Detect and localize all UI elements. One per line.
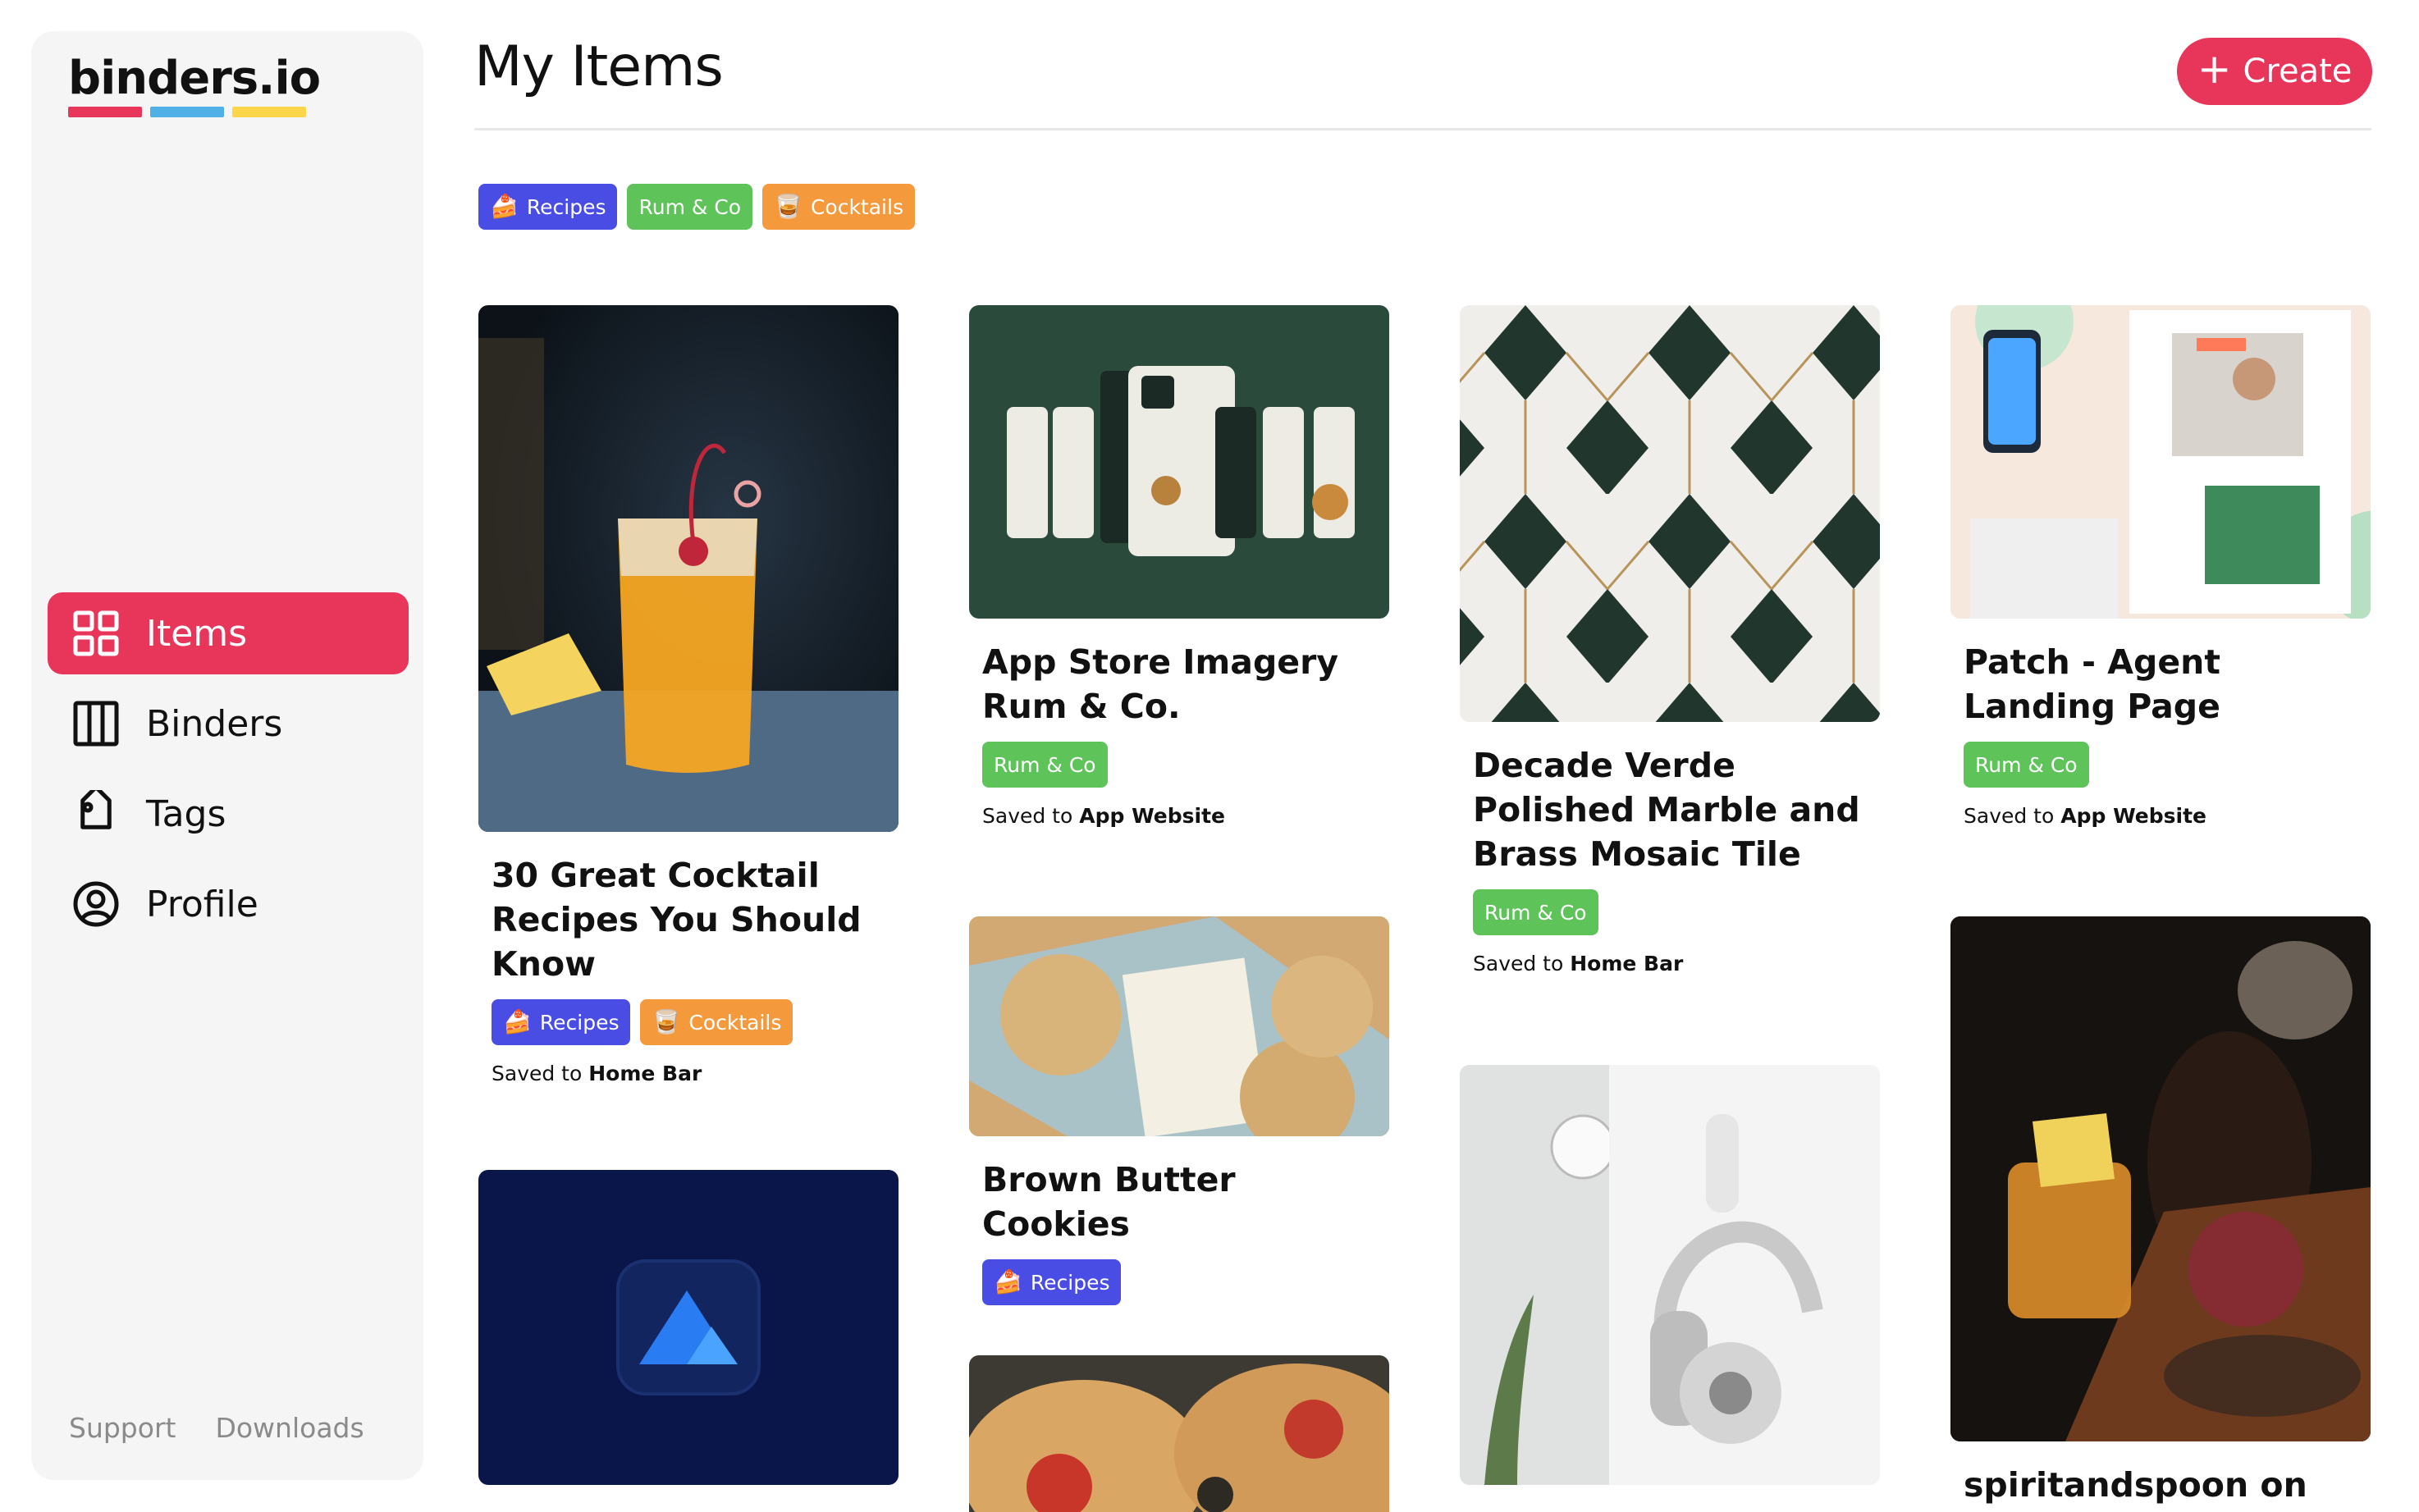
item-card[interactable]: Decade Verde Polished Marble and Brass M…	[1460, 305, 1880, 975]
cocktail-photo	[478, 305, 899, 832]
tag-label: Recipes	[539, 1010, 620, 1035]
filter-tag-cocktails[interactable]: 🥃 Cocktails	[762, 184, 915, 230]
logo-text: binders.io	[68, 52, 321, 105]
tag-rum[interactable]: Rum & Co	[1964, 742, 2089, 788]
filter-tag-label: Recipes	[526, 194, 606, 219]
support-link[interactable]: Support	[69, 1412, 176, 1444]
grid-icon	[72, 610, 120, 657]
item-card[interactable]: Patch - Agent Landing Page Rum & Co Save…	[1950, 305, 2371, 828]
card-tags: Rum & Co	[1473, 889, 1867, 935]
tag-label: Cocktails	[688, 1010, 782, 1035]
cocktail-smoke-photo	[1950, 916, 2371, 1441]
sidebar: binders.io Items Binders Tags Profile Su…	[31, 31, 423, 1480]
downloads-link[interactable]: Downloads	[215, 1412, 364, 1444]
saved-to: Saved to App Website	[1964, 804, 2357, 828]
saved-to: Saved to Home Bar	[492, 1062, 885, 1085]
sidebar-item-items[interactable]: Items	[48, 592, 409, 674]
saved-to: Saved to App Website	[982, 804, 1376, 828]
sidebar-item-label: Binders	[146, 702, 283, 745]
saved-prefix: Saved to	[1964, 804, 2055, 828]
card-tags: 🍰 Recipes 🥃 Cocktails	[492, 999, 885, 1045]
card-title: Decade Verde Polished Marble and Brass M…	[1473, 746, 1860, 874]
user-circle-icon	[72, 880, 120, 928]
tag-label: Rum & Co	[1484, 900, 1587, 925]
marble-tile-photo	[1460, 305, 1880, 722]
cake-icon: 🍰	[490, 193, 519, 220]
card-tags: Rum & Co	[982, 742, 1376, 788]
app-icon-image	[478, 1170, 899, 1485]
sidebar-item-label: Items	[146, 612, 248, 655]
cake-icon: 🍰	[994, 1268, 1022, 1295]
item-card[interactable]: App Store Imagery Rum & Co. Rum & Co Sav…	[969, 305, 1389, 828]
tag-label: Rum & Co	[994, 752, 1096, 777]
filter-tag-label: Rum & Co	[638, 194, 742, 219]
filter-tag-recipes[interactable]: 🍰 Recipes	[478, 184, 618, 230]
sidebar-item-tags[interactable]: Tags	[48, 773, 409, 855]
tag-rum[interactable]: Rum & Co	[1473, 889, 1598, 935]
sidebar-footer: Support Downloads	[69, 1412, 364, 1444]
create-button-label: Create	[2243, 53, 2353, 90]
card-title: App Store Imagery Rum & Co.	[982, 642, 1339, 726]
tag-icon	[72, 790, 120, 838]
logo-bar-red	[68, 107, 142, 117]
tag-label: Recipes	[1030, 1270, 1110, 1295]
logo-color-bars	[68, 107, 320, 117]
saved-binder[interactable]: App Website	[1079, 804, 1225, 828]
logo-bar-blue	[150, 107, 224, 117]
saved-prefix: Saved to	[1473, 952, 1564, 975]
saved-prefix: Saved to	[982, 804, 1073, 828]
cake-icon: 🍰	[503, 1008, 532, 1035]
create-button[interactable]: + Create	[2177, 38, 2372, 105]
app-store-imagery-thumbnail	[969, 305, 1389, 619]
card-tags: Rum & Co	[1964, 742, 2357, 788]
item-card[interactable]: Brown Butter Cookies 🍰 Recipes	[969, 916, 1389, 1305]
saved-binder[interactable]: Home Bar	[1570, 952, 1683, 975]
card-title: 30 Great Cocktail Recipes You Should Kno…	[492, 856, 862, 984]
sidebar-item-label: Profile	[146, 883, 258, 925]
saved-to: Saved to Home Bar	[1473, 952, 1867, 975]
sidebar-item-binders[interactable]: Binders	[48, 683, 409, 765]
header-divider	[474, 128, 2371, 130]
saved-binder[interactable]: Home Bar	[588, 1062, 702, 1085]
tumbler-glass-icon: 🥃	[652, 1008, 681, 1035]
card-tags: 🍰 Recipes	[982, 1259, 1376, 1305]
headphones-photo	[1460, 1065, 1880, 1485]
item-card[interactable]	[478, 1170, 899, 1485]
tag-recipes[interactable]: 🍰 Recipes	[982, 1259, 1122, 1305]
logo[interactable]: binders.io	[68, 52, 321, 117]
saved-binder[interactable]: App Website	[2060, 804, 2206, 828]
plus-icon: +	[2197, 45, 2232, 93]
card-title: Brown Butter Cookies	[982, 1160, 1236, 1244]
sidebar-item-profile[interactable]: Profile	[48, 863, 409, 945]
landing-page-thumbnail	[1950, 305, 2371, 619]
tag-recipes[interactable]: 🍰 Recipes	[492, 999, 631, 1045]
food-photo	[969, 1355, 1389, 1512]
filter-tag-label: Cocktails	[810, 194, 903, 219]
item-card[interactable]: spiritandspoon on	[1950, 916, 2371, 1507]
sidebar-item-label: Tags	[146, 793, 226, 835]
tumbler-glass-icon: 🥃	[774, 193, 803, 220]
item-card[interactable]	[1460, 1065, 1880, 1485]
page-title: My Items	[474, 34, 724, 99]
tag-cocktails[interactable]: 🥃 Cocktails	[640, 999, 793, 1045]
saved-prefix: Saved to	[492, 1062, 583, 1085]
cookies-photo	[969, 916, 1389, 1136]
item-card[interactable]	[969, 1355, 1389, 1512]
sidebar-nav: Items Binders Tags Profile	[48, 592, 409, 953]
tag-label: Rum & Co	[1975, 752, 2078, 777]
filter-tags: 🍰 Recipes Rum & Co 🥃 Cocktails	[478, 184, 915, 230]
item-card[interactable]: 30 Great Cocktail Recipes You Should Kno…	[478, 305, 899, 1085]
card-title: Patch - Agent Landing Page	[1964, 642, 2220, 726]
filter-tag-rum[interactable]: Rum & Co	[627, 184, 753, 230]
columns-icon	[72, 700, 120, 747]
tag-rum[interactable]: Rum & Co	[982, 742, 1108, 788]
logo-bar-yellow	[232, 107, 306, 117]
card-title: spiritandspoon on	[1964, 1465, 2307, 1505]
